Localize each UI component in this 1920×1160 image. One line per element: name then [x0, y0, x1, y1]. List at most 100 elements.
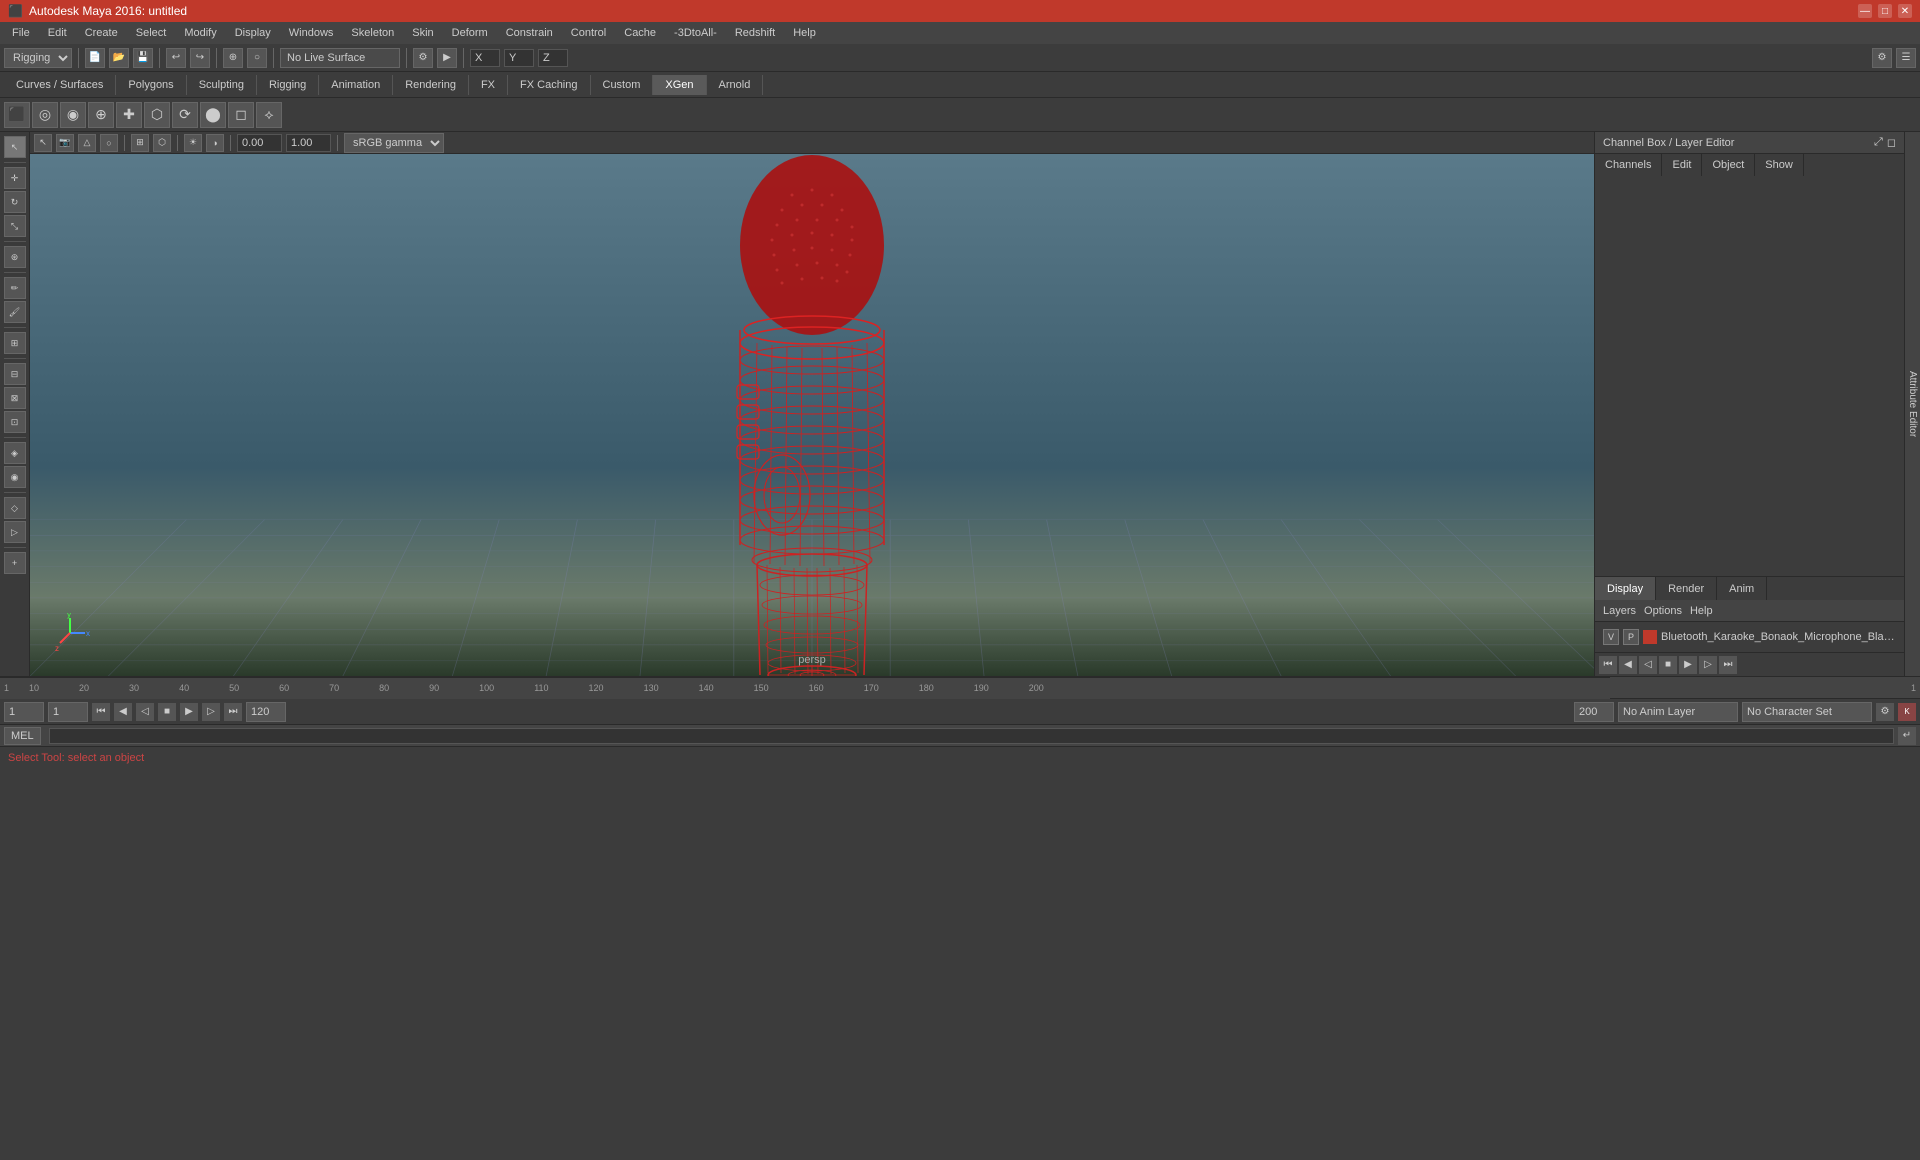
soft-select-button[interactable]: ⊛ [4, 246, 26, 268]
pb-prev-key[interactable]: ⏮ [92, 703, 110, 721]
menu-item-create[interactable]: Create [77, 25, 126, 41]
save-button[interactable]: 💾 [133, 48, 153, 68]
script-lang-button[interactable]: MEL [4, 727, 41, 745]
minimize-button[interactable]: — [1858, 4, 1872, 18]
close-button[interactable]: ✕ [1898, 4, 1912, 18]
play-forward-btn[interactable]: ▶ [1679, 656, 1697, 674]
cb-tab-object[interactable]: Object [1702, 154, 1755, 176]
play-back-btn[interactable]: ◁ [1639, 656, 1657, 674]
render-button[interactable]: ▶ [437, 48, 457, 68]
layers-ctrl-options[interactable]: Options [1644, 605, 1682, 617]
menu-item-file[interactable]: File [4, 25, 38, 41]
xray-button[interactable]: ◈ [4, 442, 26, 464]
gamma-select[interactable]: sRGB gamma [344, 133, 444, 153]
plus-button[interactable]: + [4, 552, 26, 574]
prev-keyframe-btn[interactable]: ⏮ [1599, 656, 1617, 674]
current-frame-field[interactable]: 1 [4, 702, 44, 722]
shelf-tab-arnold[interactable]: Arnold [707, 75, 764, 95]
menu-item-help[interactable]: Help [785, 25, 824, 41]
pb-next-key[interactable]: ⏭ [224, 703, 242, 721]
menu-item-redshift[interactable]: Redshift [727, 25, 783, 41]
end-time-field[interactable]: 200 [1574, 702, 1614, 722]
menu-item-skin[interactable]: Skin [404, 25, 441, 41]
br-tab-render[interactable]: Render [1656, 577, 1717, 600]
show-manip-button[interactable]: ⊞ [4, 332, 26, 354]
snap-curve-button[interactable]: ⊠ [4, 387, 26, 409]
undo-button[interactable]: ↩ [166, 48, 186, 68]
shelf-tab-sculpting[interactable]: Sculpting [187, 75, 257, 95]
vp-light-btn[interactable]: ☀ [184, 134, 202, 152]
layer-visibility-toggle[interactable]: V [1603, 629, 1619, 645]
shelf-tab-animation[interactable]: Animation [319, 75, 393, 95]
vp-grid-btn[interactable]: ⊞ [131, 134, 149, 152]
br-tab-display[interactable]: Display [1595, 577, 1656, 600]
menu-item-constrain[interactable]: Constrain [498, 25, 561, 41]
shelf-icon-8[interactable]: ⬤ [200, 102, 226, 128]
pb-next[interactable]: ▷ [202, 703, 220, 721]
stop-btn[interactable]: ■ [1659, 656, 1677, 674]
snap-grid-button[interactable]: ⊟ [4, 363, 26, 385]
layers-ctrl-layers[interactable]: Layers [1603, 605, 1636, 617]
x-field[interactable]: X [470, 49, 500, 67]
layer-color-swatch[interactable] [1643, 630, 1657, 644]
scale-tool-button[interactable]: ⤡ [4, 215, 26, 237]
render-settings-button[interactable]: ⚙ [413, 48, 433, 68]
menu-item-cache[interactable]: Cache [616, 25, 664, 41]
render-view-button[interactable]: ▷ [4, 521, 26, 543]
shelf-settings-button[interactable]: ☰ [1896, 48, 1916, 68]
attr-editor-label[interactable]: Attribute Editor [1903, 367, 1920, 441]
channel-box-expand-icon[interactable]: ⤢ [1874, 136, 1883, 149]
attribute-editor-tab[interactable]: Attribute Editor [1904, 132, 1920, 676]
char-set-options[interactable]: ⚙ [1876, 703, 1894, 721]
vp-poly-btn[interactable]: △ [78, 134, 96, 152]
range-end-field[interactable]: 120 [246, 702, 286, 722]
new-scene-button[interactable]: 📄 [85, 48, 105, 68]
shelf-tab-fx-caching[interactable]: FX Caching [508, 75, 590, 95]
z-field[interactable]: Z [538, 49, 568, 67]
y-field[interactable]: Y [504, 49, 534, 67]
next-frame-btn[interactable]: ▷ [1699, 656, 1717, 674]
sculpt-button[interactable]: ✏ [4, 277, 26, 299]
layers-ctrl-help[interactable]: Help [1690, 605, 1713, 617]
shelf-icon-10[interactable]: ⟡ [256, 102, 282, 128]
paint-button[interactable]: 🖌 [4, 301, 26, 323]
shelf-icon-7[interactable]: ⟳ [172, 102, 198, 128]
shelf-icon-1[interactable]: ⬛ [4, 102, 30, 128]
menu-item-skeleton[interactable]: Skeleton [343, 25, 402, 41]
vp-camera-btn[interactable]: 📷 [56, 134, 74, 152]
shelf-icon-5[interactable]: ✚ [116, 102, 142, 128]
br-tab-anim[interactable]: Anim [1717, 577, 1767, 600]
prev-frame-btn[interactable]: ◀ [1619, 656, 1637, 674]
time-field-2[interactable]: 1.00 [286, 134, 331, 152]
command-input[interactable] [49, 728, 1894, 744]
layer-playback-toggle[interactable]: P [1623, 629, 1639, 645]
menu-item-control[interactable]: Control [563, 25, 614, 41]
select-button[interactable]: ⊕ [223, 48, 243, 68]
pb-play-fwd[interactable]: ▶ [180, 703, 198, 721]
menu-item-display[interactable]: Display [227, 25, 279, 41]
snap-point-button[interactable]: ⊡ [4, 411, 26, 433]
isolate-button[interactable]: ◉ [4, 466, 26, 488]
move-tool-button[interactable]: ✛ [4, 167, 26, 189]
anim-layer-field[interactable]: No Anim Layer [1618, 702, 1738, 722]
shelf-icon-4[interactable]: ⊕ [88, 102, 114, 128]
menu-item-select[interactable]: Select [128, 25, 175, 41]
viewport-canvas[interactable]: persp x y z [30, 154, 1594, 676]
timeline[interactable]: 1 10 20 30 40 50 60 70 80 90 100 110 120… [0, 677, 1610, 699]
redo-button[interactable]: ↪ [190, 48, 210, 68]
title-bar-controls[interactable]: — □ ✕ [1858, 4, 1912, 18]
hypershade-button[interactable]: ◇ [4, 497, 26, 519]
vp-shadow-btn[interactable]: ◑ [206, 134, 224, 152]
vp-select-btn[interactable]: ↖ [34, 134, 52, 152]
select-tool-button[interactable]: ↖ [4, 136, 26, 158]
pb-play-back[interactable]: ◁ [136, 703, 154, 721]
shelf-icon-3[interactable]: ◉ [60, 102, 86, 128]
menu-item-edit[interactable]: Edit [40, 25, 75, 41]
vp-wire-btn[interactable]: ⬡ [153, 134, 171, 152]
shelf-tab-polygons[interactable]: Polygons [116, 75, 186, 95]
auto-key-btn[interactable]: K [1898, 703, 1916, 721]
menu-item--3dtoall-[interactable]: -3DtoAll- [666, 25, 725, 41]
time-field-1[interactable]: 0.00 [237, 134, 282, 152]
shelf-icon-2[interactable]: ◎ [32, 102, 58, 128]
mode-select[interactable]: Rigging [4, 48, 72, 68]
